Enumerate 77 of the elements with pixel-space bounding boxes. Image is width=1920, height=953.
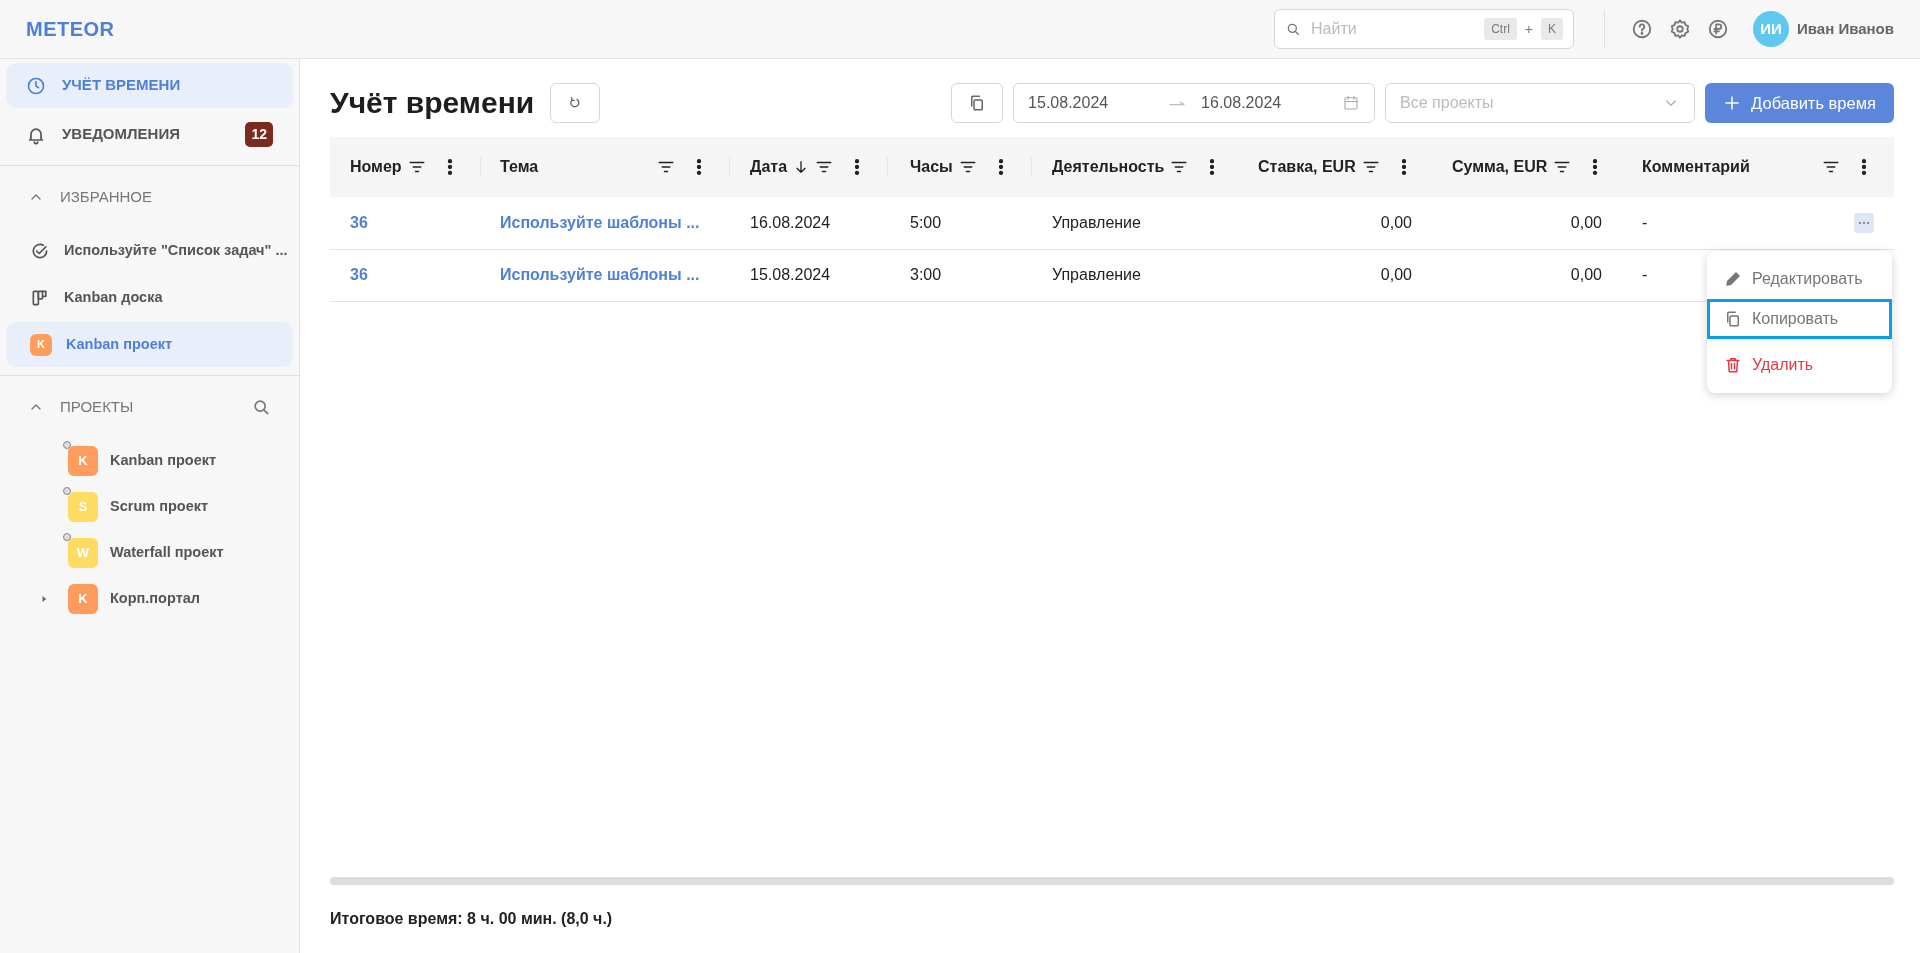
project-item[interactable]: K Kanban проект xyxy=(6,438,293,484)
project-item[interactable]: W Waterfall проект xyxy=(6,530,293,576)
favorite-label: Kanban доска xyxy=(64,287,163,307)
help-icon[interactable] xyxy=(1631,18,1654,40)
date-to: 16.08.2024 xyxy=(1201,93,1283,113)
favorite-item[interactable]: K Kanban проект xyxy=(6,322,293,367)
project-item[interactable]: K Корп.портал xyxy=(6,576,293,622)
sidebar-nav-item[interactable]: УЧЁТ ВРЕМЕНИ xyxy=(6,63,293,108)
table-link[interactable]: Используйте шаблоны ... xyxy=(500,213,700,231)
menu-item[interactable]: Редактировать xyxy=(1707,258,1892,299)
copy-button[interactable] xyxy=(951,83,1004,123)
search-box[interactable]: Найти Ctrl + K xyxy=(1274,9,1575,49)
trash-icon xyxy=(1724,355,1742,374)
table-cell: 5:00 xyxy=(910,213,942,231)
plus-icon xyxy=(1723,94,1742,112)
project-avatar: K xyxy=(68,584,98,614)
project-label: Waterfall проект xyxy=(110,543,224,563)
table-cell: 15.08.2024 xyxy=(750,266,831,283)
key-separator: + xyxy=(1524,19,1533,39)
column-header[interactable]: Комментарий xyxy=(1642,155,1750,179)
clock-icon xyxy=(26,75,46,96)
logo[interactable]: METEOR xyxy=(26,14,115,44)
count-badge: 12 xyxy=(245,122,273,147)
project-avatar: K xyxy=(30,333,52,356)
calendar-icon xyxy=(1342,94,1361,112)
favorite-item[interactable]: Kanban доска xyxy=(6,275,293,320)
sidebar-nav-item[interactable]: УВЕДОМЛЕНИЯ 12 xyxy=(6,112,293,157)
table-cell: 16.08.2024 xyxy=(750,213,831,231)
project-label: Корп.портал xyxy=(110,589,200,609)
user-name[interactable]: Иван Иванов xyxy=(1797,17,1894,41)
project-avatar: S xyxy=(68,492,98,522)
add-time-button[interactable]: Добавить время xyxy=(1705,83,1894,123)
date-range-field[interactable]: 15.08.2024 16.08.2024 xyxy=(1013,83,1376,123)
favorite-label: Используйте "Список задач" ... xyxy=(64,240,288,260)
settings-icon[interactable] xyxy=(1669,18,1692,40)
table-cell: 0,00 xyxy=(1570,213,1602,231)
project-avatar: W xyxy=(68,538,98,568)
row-actions-button[interactable] xyxy=(1854,212,1874,233)
menu-item[interactable]: Удалить xyxy=(1707,344,1892,385)
column-header[interactable]: Часы xyxy=(910,155,953,179)
table-cell-text: - xyxy=(1642,265,1648,285)
copy-icon xyxy=(1724,309,1742,328)
project-label: Kanban проект xyxy=(110,451,217,471)
table-cell: 3:00 xyxy=(910,266,942,283)
table-cell: Управление xyxy=(1052,266,1141,283)
menu-item[interactable]: Копировать xyxy=(1707,298,1892,339)
table-cell: 0,00 xyxy=(1380,266,1412,283)
column-header[interactable]: Дата xyxy=(750,155,788,179)
select-placeholder: Все проекты xyxy=(1400,93,1494,113)
table-link[interactable]: 36 xyxy=(350,213,368,231)
page-title: Учёт времени xyxy=(330,85,535,121)
project-avatar: K xyxy=(68,446,98,476)
project-label: Scrum проект xyxy=(110,497,209,517)
search-icon[interactable] xyxy=(251,397,271,417)
table-cell-text: - xyxy=(1642,212,1648,233)
arrow-right-icon xyxy=(1169,100,1186,106)
section-title[interactable]: ПРОЕКТЫ xyxy=(60,395,134,419)
total-time: Итоговое время: 8 ч. 00 мин. (8,0 ч.) xyxy=(330,909,614,929)
key-hint: Ctrl xyxy=(1484,18,1517,40)
pencil-icon xyxy=(1724,269,1742,288)
search-field[interactable]: Найти xyxy=(1309,16,1477,42)
table-link[interactable]: 36 xyxy=(350,266,368,283)
table-cell: 0,00 xyxy=(1380,213,1412,231)
nav-label: УВЕДОМЛЕНИЯ xyxy=(62,124,180,145)
nav-label: УЧЁТ ВРЕМЕНИ xyxy=(62,75,181,96)
ruble-coin-icon[interactable] xyxy=(1707,18,1730,40)
date-from: 15.08.2024 xyxy=(1028,93,1110,113)
key-hint: K xyxy=(1541,18,1564,40)
column-header[interactable]: Тема xyxy=(500,155,539,179)
section-title[interactable]: ИЗБРАННОЕ xyxy=(60,185,153,209)
column-header[interactable]: Номер xyxy=(350,155,402,179)
table-cell: 0,00 xyxy=(1570,266,1602,283)
table-link[interactable]: Используйте шаблоны ... xyxy=(500,266,700,283)
table-cell: Управление xyxy=(1052,213,1141,231)
favorite-label: Kanban проект xyxy=(66,334,173,354)
project-item[interactable]: S Scrum проект xyxy=(6,484,293,530)
favorite-item[interactable]: Используйте "Список задач" ... xyxy=(6,228,293,273)
